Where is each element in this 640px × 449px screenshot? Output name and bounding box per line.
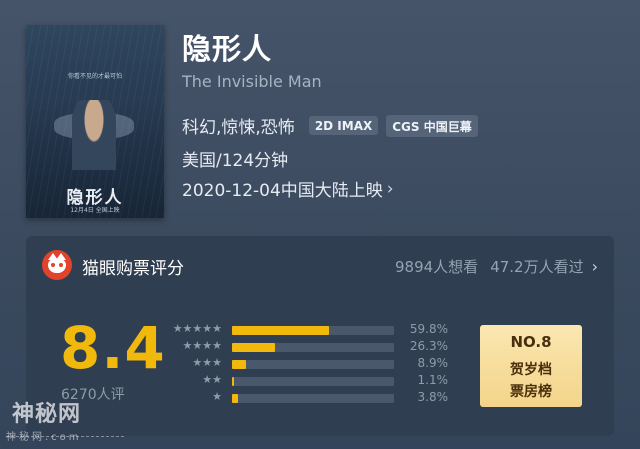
distribution-bar [232, 343, 394, 352]
distribution-bar [232, 377, 394, 386]
poster-date: 12月4日 全国上映 [70, 207, 120, 214]
distribution-row: ★ 3.8% [154, 390, 454, 406]
maoyan-cat-logo-icon [42, 250, 72, 280]
movie-original-title: The Invisible Man [182, 72, 322, 91]
rank-list-name: 票房榜 [510, 384, 552, 400]
distribution-bar-fill [232, 360, 247, 369]
distribution-bar [232, 326, 394, 335]
distribution-row: ★★★★★ 59.8% [154, 322, 454, 338]
rank-category: 贺岁档 [510, 362, 552, 378]
rank-number: NO.8 [510, 333, 552, 351]
watched-count: 47.2万人看过 [490, 258, 584, 276]
format-tag-cgs: CGS 中国巨幕 [386, 114, 478, 137]
movie-title: 隐形人 [182, 32, 273, 66]
chevron-right-icon: › [386, 178, 394, 199]
country-duration: 美国/124分钟 [182, 151, 289, 171]
distribution-row: ★★★ 8.9% [154, 356, 454, 372]
poster-tagline: 你看不见的才最可怕 [67, 73, 122, 80]
distribution-bar-fill [232, 377, 234, 386]
distribution-bar-fill [232, 343, 275, 352]
box-office-rank-badge[interactable]: NO.8 贺岁档 票房榜 [480, 325, 582, 407]
star-label: ★ [212, 390, 222, 403]
distribution-bar [232, 360, 394, 369]
percent-label: 59.8% [409, 322, 448, 336]
percent-label: 26.3% [409, 339, 448, 353]
percent-label: 3.8% [417, 390, 449, 404]
format-tag-imax: 2D IMAX [308, 116, 379, 135]
percent-label: 8.9% [417, 356, 449, 370]
distribution-bar-fill [232, 326, 329, 335]
distribution-bar-fill [232, 394, 239, 403]
audience-counts[interactable]: 9894人想看 47.2万人看过 › [395, 256, 598, 277]
percent-label: 1.1% [417, 373, 449, 387]
star-label: ★★★★★ [172, 322, 222, 335]
rating-card-header[interactable]: 猫眼购票评分 9894人想看 47.2万人看过 › [26, 236, 614, 292]
star-label: ★★★ [192, 356, 222, 369]
want-to-see-count: 9894人想看 [395, 258, 479, 276]
genre-row: 科幻,惊悚,恐怖 2D IMAX CGS 中国巨幕 [182, 113, 478, 138]
genre-text: 科幻,惊悚,恐怖 [182, 118, 295, 138]
rating-score: 8.4 [60, 314, 166, 382]
chevron-right-icon: › [591, 257, 598, 276]
movie-poster[interactable]: 你看不见的才最可怕 隐形人 12月4日 全国上映 [26, 25, 164, 218]
distribution-row: ★★ 1.1% [154, 373, 454, 389]
poster-figure [72, 100, 116, 170]
star-label: ★★ [202, 373, 222, 386]
release-date-link[interactable]: 2020-12-04中国大陆上映 › [182, 176, 394, 202]
distribution-row: ★★★★ 26.3% [154, 339, 454, 355]
watermark: 神秘网 [12, 402, 82, 427]
star-label: ★★★★ [182, 339, 222, 352]
release-date-text: 2020-12-04中国大陆上映 [182, 181, 383, 201]
distribution-bar [232, 394, 394, 403]
rating-brand-label: 猫眼购票评分 [82, 259, 184, 279]
rating-card: 猫眼购票评分 9894人想看 47.2万人看过 › 8.4 6270人评 ★★★… [26, 236, 614, 436]
watermark-line [6, 436, 124, 437]
